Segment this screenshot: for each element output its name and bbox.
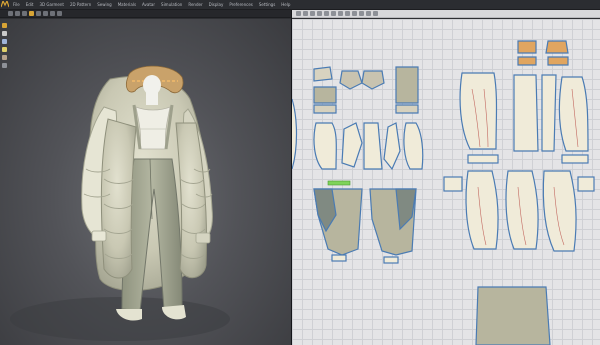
menu-edit[interactable]: Edit — [23, 0, 37, 9]
menu-sewing[interactable]: Sewing — [94, 0, 114, 9]
3d-toolbar — [0, 10, 291, 18]
3d-side-toolbar — [0, 19, 8, 83]
menu-materials[interactable]: Materials — [115, 0, 139, 9]
menu-render[interactable]: Render — [185, 0, 205, 9]
menu-preferences[interactable]: Preferences — [226, 0, 256, 9]
2d-pattern-window[interactable] — [292, 19, 600, 345]
3d-garment-model[interactable] — [81, 65, 213, 321]
move-icon[interactable] — [15, 11, 20, 16]
transform-icon[interactable] — [296, 11, 301, 16]
menu-2d-pattern[interactable]: 2D Pattern — [67, 0, 94, 9]
rotate-icon[interactable] — [22, 11, 27, 16]
polygon-icon[interactable] — [310, 11, 315, 16]
notch-icon[interactable] — [352, 11, 357, 16]
check-sewing-icon[interactable] — [373, 11, 378, 16]
menu-display[interactable]: Display — [206, 0, 227, 9]
fold-icon[interactable] — [50, 11, 55, 16]
seam-icon[interactable] — [345, 11, 350, 16]
internal-line-icon[interactable] — [331, 11, 336, 16]
2d-toolbar — [292, 10, 600, 18]
light-icon[interactable] — [1, 47, 7, 52]
3d-floor-shadow — [10, 297, 230, 341]
menu-avatar[interactable]: Avatar — [139, 0, 158, 9]
select-icon[interactable] — [8, 11, 13, 16]
menu-simulation[interactable]: Simulation — [158, 0, 185, 9]
texture-icon[interactable] — [1, 55, 7, 60]
camera-icon[interactable] — [1, 39, 7, 44]
menu-settings[interactable]: Settings — [256, 0, 278, 9]
brush-icon[interactable] — [43, 11, 48, 16]
circle-icon[interactable] — [324, 11, 329, 16]
menu-help[interactable]: Help — [278, 0, 293, 9]
free-sew-icon[interactable] — [366, 11, 371, 16]
menu-file[interactable]: File — [10, 0, 23, 9]
dart-icon[interactable] — [338, 11, 343, 16]
rectangle-icon[interactable] — [317, 11, 322, 16]
menu-3d-garment[interactable]: 3D Garment — [36, 0, 66, 9]
segment-sew-icon[interactable] — [359, 11, 364, 16]
3d-viewport[interactable] — [0, 19, 291, 345]
grid-icon[interactable] — [1, 63, 7, 68]
avatar-icon[interactable] — [1, 31, 7, 36]
pattern-pieces[interactable] — [292, 40, 595, 345]
menu-bar: File Edit 3D Garment 2D Pattern Sewing Materi… — [0, 0, 600, 10]
pin-icon[interactable] — [36, 11, 41, 16]
tack-icon[interactable] — [57, 11, 62, 16]
simulate-icon[interactable] — [29, 11, 34, 16]
layer-icon[interactable] — [1, 23, 7, 28]
app-logo-icon[interactable] — [0, 0, 10, 9]
edit-point-icon[interactable] — [303, 11, 308, 16]
